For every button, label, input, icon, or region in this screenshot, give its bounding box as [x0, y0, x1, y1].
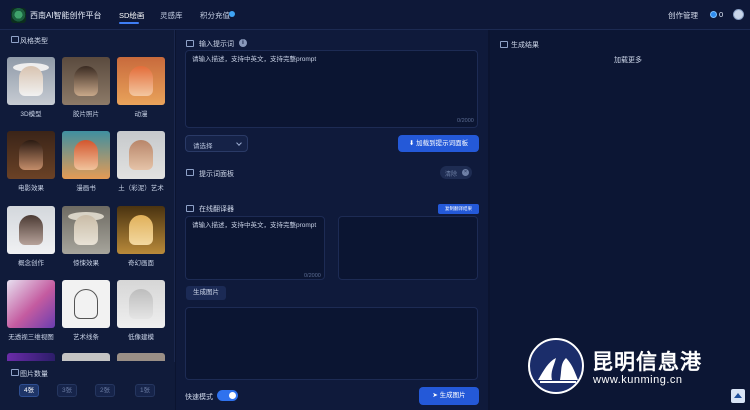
image-count-icon: [11, 369, 19, 376]
style-movie-effect-image: [7, 131, 55, 179]
fast-mode-toggle[interactable]: [217, 390, 238, 401]
style-type-title: 风格类型: [20, 38, 48, 45]
generate-button[interactable]: ➤ 生成图片: [419, 387, 479, 405]
app-logo-icon[interactable]: [11, 8, 26, 23]
select-value: 请选择: [193, 143, 213, 150]
translate-counter: 0/2000: [304, 273, 321, 279]
style-comic-book[interactable]: 漫画书: [62, 131, 110, 192]
count-3-button[interactable]: 3张: [57, 384, 77, 397]
coin-count: 0: [719, 10, 724, 19]
style-film-photo[interactable]: 胶片照片: [62, 57, 110, 118]
style-thriller[interactable]: 惊悚效果: [62, 206, 110, 267]
style-label: 电影效果: [18, 185, 44, 192]
style-movie-effect[interactable]: 电影效果: [7, 131, 55, 192]
result-icon: [500, 41, 508, 48]
close-icon[interactable]: ×: [462, 169, 469, 176]
nav-inspiration[interactable]: 灵感库: [160, 10, 183, 21]
style-anime[interactable]: 动漫: [117, 57, 165, 118]
style-fantasy[interactable]: 奇幻画面: [117, 206, 165, 267]
style-clay-art[interactable]: 土（彩泥）艺术: [117, 131, 165, 192]
style-label: 动漫: [134, 111, 148, 118]
translate-input[interactable]: 请输入描述，支持中英文，支持完整prompt: [185, 216, 325, 280]
load-button-label: 加载到提示词面板: [416, 140, 469, 147]
style-label: 胶片照片: [73, 111, 99, 118]
style-type-icon: [11, 36, 19, 43]
style-label: 奇幻画面: [128, 260, 154, 267]
translate-output: [338, 216, 478, 280]
style-label: 土（彩泥）艺术: [118, 185, 164, 192]
style-line-art-image: [62, 280, 110, 328]
style-isometric-view[interactable]: 无透视三维视图: [7, 280, 55, 341]
watermark-url: www.kunming.cn: [593, 374, 683, 386]
generate-button-label: 生成图片: [439, 392, 466, 399]
style-label: 无透视三维视图: [8, 334, 54, 341]
count-4-button[interactable]: 4张: [19, 384, 39, 397]
nav-recharge[interactable]: 积分充值: [200, 10, 230, 21]
style-line-art[interactable]: 艺术线条: [62, 280, 110, 341]
style-concept-creation-image: [7, 206, 55, 254]
prompt-icon: [186, 40, 194, 47]
info-icon[interactable]: i: [239, 39, 247, 47]
creation-manage-link[interactable]: 创作管理: [668, 10, 698, 21]
style-3d-model-image: [7, 57, 55, 105]
style-thriller-image: [62, 206, 110, 254]
style-label: 艺术线条: [73, 334, 99, 341]
chevron-down-icon: [236, 140, 242, 146]
style-comic-book-image: [62, 131, 110, 179]
style-film-photo-image: [62, 57, 110, 105]
template-select[interactable]: 请选择: [185, 135, 248, 152]
style-label: 惊悚效果: [73, 260, 99, 267]
style-isometric-view-image: [7, 280, 55, 328]
sparkle-icon: ➤: [432, 392, 440, 399]
kunming-logo-icon: [528, 338, 584, 394]
style-label: 低像建模: [128, 334, 154, 341]
prompt-panel-title: 提示词面板: [199, 171, 234, 178]
translator-title: 在线翻译器: [199, 206, 234, 213]
translate-icon: [186, 205, 194, 212]
style-anime-image: [117, 57, 165, 105]
clear-chip[interactable]: 清除 ×: [440, 166, 472, 179]
scroll-to-top-button[interactable]: [731, 389, 745, 403]
count-2-button[interactable]: 2张: [95, 384, 115, 397]
style-tile-partial[interactable]: [62, 353, 110, 361]
app-title[interactable]: 西南AI智能创作平台: [30, 10, 102, 21]
load-to-panel-button[interactable]: ⬇ 加载到提示词面板: [398, 135, 479, 152]
load-more-link[interactable]: 加载更多: [614, 55, 642, 65]
fast-mode-label: 快速模式: [185, 394, 213, 401]
copy-translation-button[interactable]: 复制翻译结果: [438, 204, 479, 214]
style-label: 漫画书: [76, 185, 96, 192]
image-count-title: 图片数量: [20, 371, 48, 378]
chip-label: 清除: [445, 172, 458, 178]
gen-pic-button[interactable]: 生成图片: [186, 286, 226, 300]
style-low-poly[interactable]: 低像建模: [117, 280, 165, 341]
style-label: 概念创作: [18, 260, 44, 267]
result-title: 生成结果: [511, 42, 539, 49]
panel-icon: [186, 169, 194, 176]
count-1-button[interactable]: 1张: [135, 384, 155, 397]
top-bar: 西南AI智能创作平台 SD绘画 灵感库 积分充值 创作管理 0: [0, 0, 750, 30]
watermark-title: 昆明信息港: [592, 351, 702, 374]
style-concept-creation[interactable]: 概念创作: [7, 206, 55, 267]
prompt-title: 输入提示词: [199, 41, 234, 48]
style-low-poly-image: [117, 280, 165, 328]
generated-prompt-area: [185, 307, 478, 380]
style-label: 3D模型: [20, 111, 42, 118]
nav-active-indicator: [119, 22, 139, 24]
style-3d-model[interactable]: 3D模型: [7, 57, 55, 118]
coin-icon: [710, 11, 717, 18]
style-fantasy-image: [117, 206, 165, 254]
recharge-badge-icon: [229, 11, 235, 17]
style-tile-partial[interactable]: [117, 353, 165, 361]
nav-sd-painting[interactable]: SD绘画: [119, 10, 144, 21]
style-clay-art-image: [117, 131, 165, 179]
prompt-input[interactable]: 请输入描述，支持中英文，支持完整prompt: [185, 50, 478, 128]
style-tile-partial[interactable]: [7, 353, 55, 361]
avatar[interactable]: [733, 9, 744, 20]
prompt-counter: 0/2000: [457, 118, 474, 124]
